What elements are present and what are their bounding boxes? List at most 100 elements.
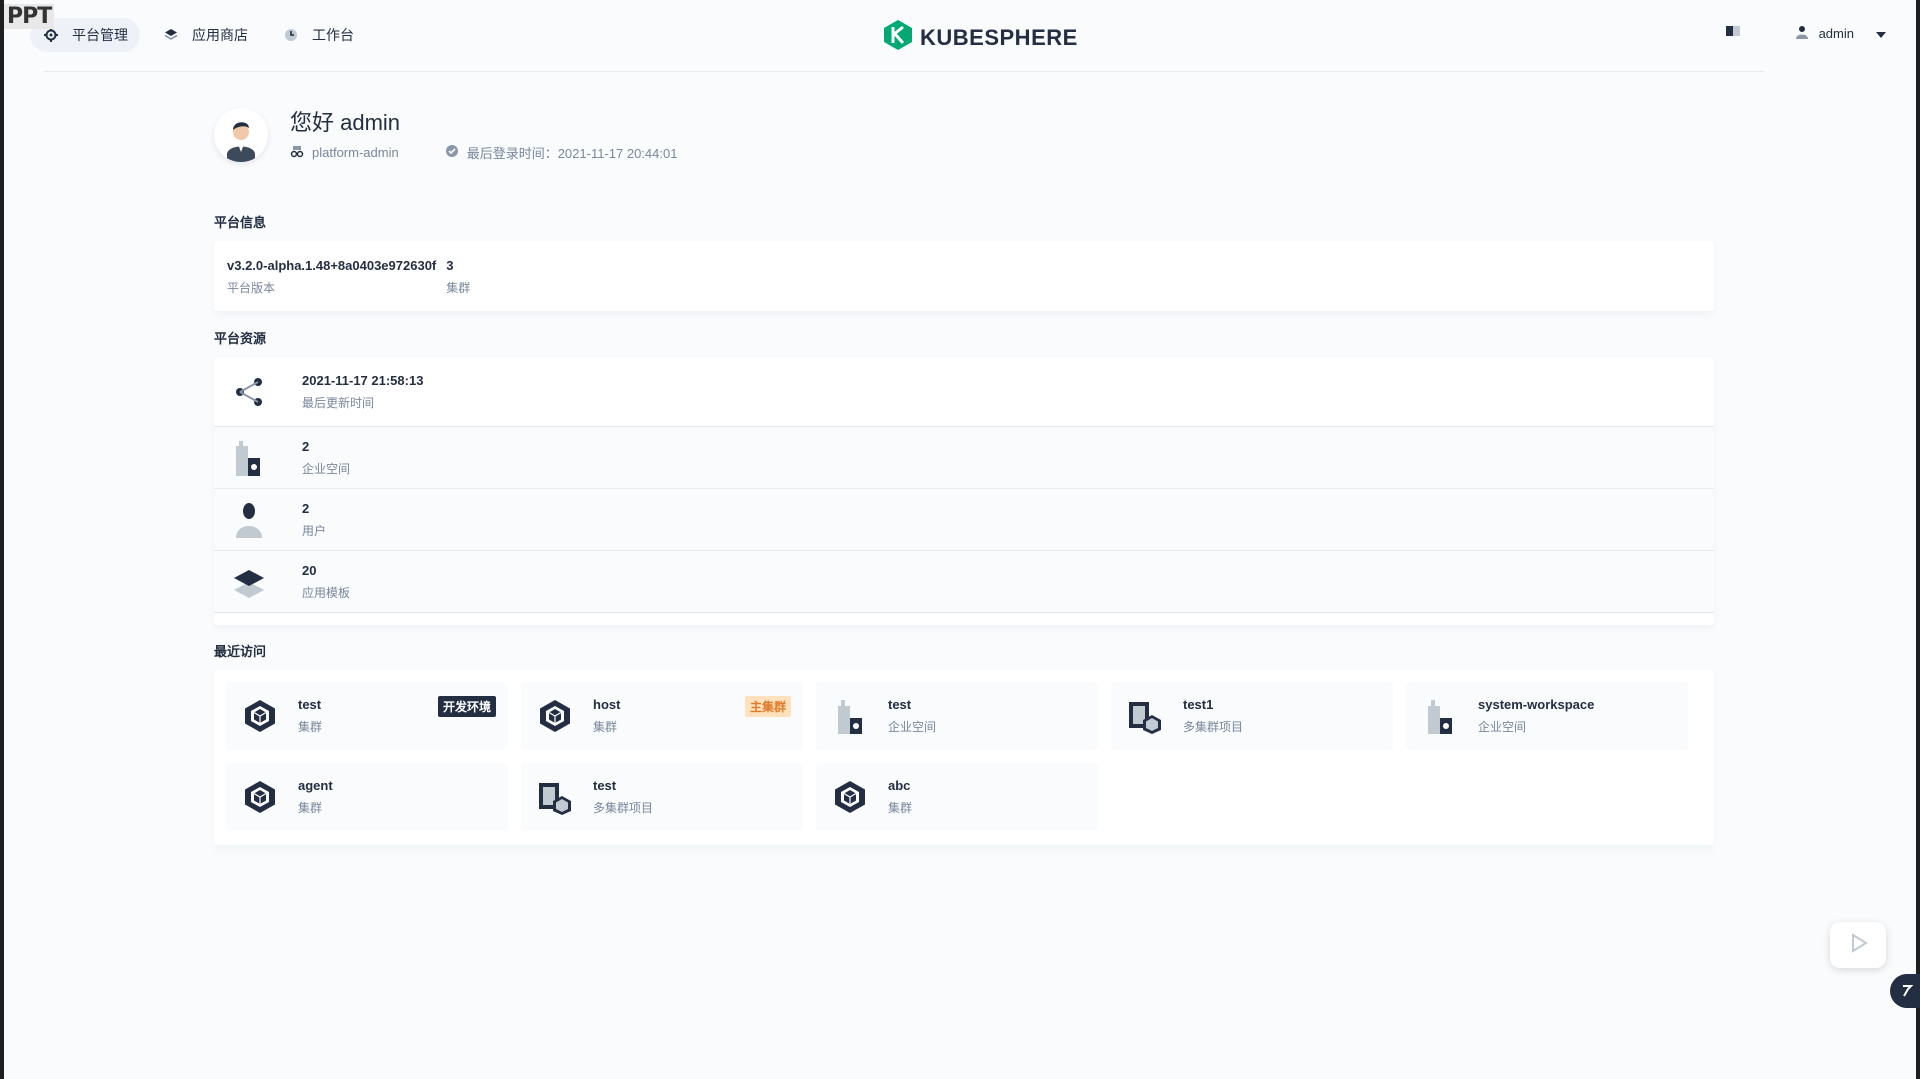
recent-item-name: test — [298, 697, 322, 712]
users-label: 用户 — [302, 523, 327, 538]
nav-label: 工作台 — [312, 27, 354, 43]
username: admin — [1818, 26, 1854, 41]
recent-item[interactable]: test 企业空间 — [816, 682, 1098, 750]
gear-icon — [44, 28, 58, 42]
platform-info-title: 平台信息 — [214, 215, 267, 230]
workspace-icon — [234, 440, 264, 476]
multicluster-project-icon — [1127, 698, 1163, 734]
play-icon — [1847, 932, 1869, 959]
layers-icon — [164, 28, 178, 42]
last-login-item: 最后登录时间：2021-11-17 20:44:01 — [445, 143, 678, 162]
nav-app-store[interactable]: 应用商店 — [150, 18, 260, 52]
recent-item-type: 集群 — [298, 801, 323, 815]
recent-item-type: 多集群项目 — [1183, 720, 1244, 734]
last-login-text: 最后登录时间：2021-11-17 20:44:01 — [466, 145, 678, 161]
profile-meta: platform-admin 最后登录时间：2021-11-17 20:44:0… — [290, 143, 677, 162]
profile-header: 您好 admin platform-admin 最后登录时间：2021-11-1… — [214, 104, 1714, 166]
user-icon — [234, 502, 264, 538]
recent-item[interactable]: system-workspace 企业空间 — [1406, 682, 1688, 750]
platform-resources-title: 平台资源 — [214, 331, 267, 346]
workspaces-label: 企业空间 — [302, 461, 351, 476]
cluster-icon — [242, 698, 278, 734]
check-circle-icon — [445, 144, 459, 161]
recent-item[interactable]: test 多集群项目 — [521, 763, 803, 831]
recent-item-name: host — [593, 697, 621, 712]
nav-workbench[interactable]: 工作台 — [270, 18, 366, 52]
last-updated-value: 2021-11-17 21:58:13 — [302, 372, 424, 388]
template-icon — [234, 564, 264, 600]
role-icon — [290, 144, 304, 161]
platform-resources-card: 2021-11-17 21:58:13 最后更新时间 2 企业空间 2 用户 2… — [214, 357, 1714, 625]
recent-grid: test 集群 开发环境 host 集群 主集群 test 企业空间 test1 多集群项目 sys… — [226, 682, 1702, 831]
greeting-title: 您好 admin — [290, 109, 401, 135]
header-right: admin — [1725, 24, 1886, 43]
multicluster-project-icon — [537, 779, 573, 815]
recent-item-name: test1 — [1183, 697, 1214, 712]
user-icon — [1795, 25, 1809, 42]
templates-value: 20 — [302, 562, 317, 578]
workspaces-value: 2 — [302, 438, 310, 454]
users-value: 2 — [302, 500, 310, 516]
clock-icon — [284, 28, 298, 42]
greeting-block: 您好 admin platform-admin 最后登录时间：2021-11-1… — [290, 109, 677, 162]
cluster-icon — [537, 698, 573, 734]
app-frame: 平台管理 应用商店 工作台 KUBESPHERE admin 您好 admin … — [4, 0, 1920, 1079]
recent-item[interactable]: host 集群 主集群 — [521, 682, 803, 750]
last-updated-label: 最后更新时间 — [302, 395, 375, 410]
recent-item-name: agent — [298, 778, 333, 793]
cluster-icon — [832, 779, 868, 815]
logo-text: KUBESPHERE — [920, 25, 1078, 50]
ppt-watermark: PPT — [4, 4, 55, 29]
recent-item-name: test — [888, 697, 912, 712]
chevron-down-icon — [1876, 26, 1886, 41]
user-menu[interactable]: admin — [1795, 25, 1886, 42]
version-value: v3.2.0-alpha.1.48+8a0403e972630f — [227, 258, 437, 273]
recent-item-name: system-workspace — [1478, 697, 1595, 712]
recent-item-type: 集群 — [298, 720, 323, 734]
workspace-icon — [832, 698, 868, 734]
cluster-icon — [242, 779, 278, 815]
clusters-col: 3 集群 — [446, 258, 471, 295]
recent-item-type: 集群 — [888, 801, 913, 815]
kubesphere-logo[interactable]: KUBESPHERE — [884, 20, 1078, 56]
recent-item-type: 多集群项目 — [593, 801, 654, 815]
window-right-edge — [1916, 0, 1920, 1079]
side-toolbox-button[interactable] — [1890, 974, 1920, 1008]
workspace-icon — [1422, 698, 1458, 734]
resource-row-users[interactable]: 2 用户 — [214, 489, 1714, 551]
recent-item-name: abc — [888, 778, 911, 793]
kubesphere-logo-icon — [884, 20, 912, 56]
resource-row-app-templates[interactable]: 20 应用模板 — [214, 551, 1714, 613]
nav-label: 平台管理 — [72, 27, 128, 43]
recent-item-type: 企业空间 — [1478, 720, 1527, 734]
version-label: 平台版本 — [227, 281, 276, 295]
clusters-value: 3 — [446, 258, 454, 273]
recent-item-type: 企业空间 — [888, 720, 937, 734]
top-nav: 平台管理 应用商店 工作台 — [30, 18, 366, 52]
recent-item[interactable]: abc 集群 — [816, 763, 1098, 831]
recent-item-name: test — [593, 778, 617, 793]
recent-item-type: 集群 — [593, 720, 618, 734]
recent-visits-title: 最近访问 — [214, 644, 267, 659]
recent-item[interactable]: agent 集群 — [226, 763, 508, 831]
role-text: platform-admin — [312, 144, 399, 160]
platform-info-card: v3.2.0-alpha.1.48+8a0403e972630f 平台版本 3 … — [214, 241, 1714, 311]
resource-row-last-updated: 2021-11-17 21:58:13 最后更新时间 — [214, 357, 1714, 427]
role-item: platform-admin — [290, 143, 399, 162]
nav-label: 应用商店 — [192, 27, 248, 43]
resource-row-workspaces[interactable]: 2 企业空间 — [214, 427, 1714, 489]
main-content: 您好 admin platform-admin 最后登录时间：2021-11-1… — [214, 104, 1714, 845]
resources-card-footer — [214, 613, 1714, 625]
environment-tag: 开发环境 — [437, 696, 496, 717]
hammer-icon — [1900, 983, 1914, 1000]
header-divider — [44, 71, 1764, 72]
top-header: 平台管理 应用商店 工作台 KUBESPHERE admin — [4, 0, 1916, 72]
recent-item[interactable]: test 集群 开发环境 — [226, 682, 508, 750]
docs-icon[interactable] — [1725, 24, 1741, 43]
play-button[interactable] — [1830, 922, 1886, 968]
clusters-label: 集群 — [446, 281, 471, 295]
recent-visits-card: test 集群 开发环境 host 集群 主集群 test 企业空间 test1 多集群项目 sys… — [214, 670, 1714, 845]
recent-item[interactable]: test1 多集群项目 — [1111, 682, 1393, 750]
version-col: v3.2.0-alpha.1.48+8a0403e972630f 平台版本 — [227, 258, 437, 295]
environment-tag: 主集群 — [744, 696, 791, 717]
